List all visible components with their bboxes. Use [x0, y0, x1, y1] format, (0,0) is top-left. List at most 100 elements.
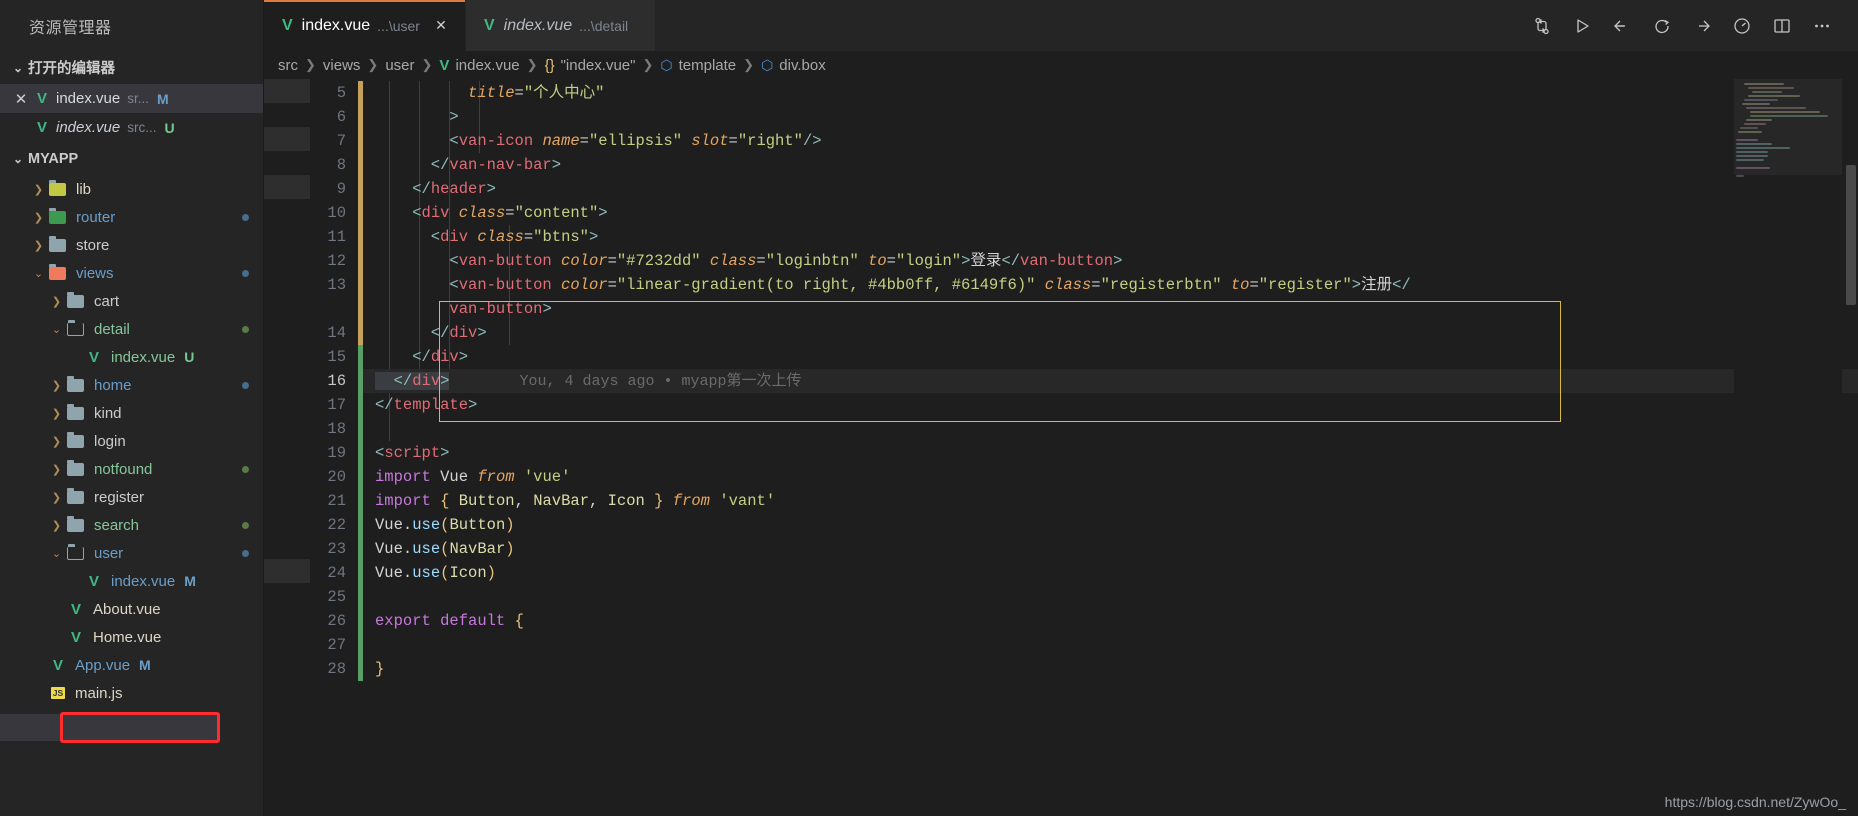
more-actions-icon[interactable] [1802, 6, 1842, 46]
minimap[interactable] [1734, 79, 1842, 816]
folder-views-icon [47, 263, 69, 281]
folder-status-dot [242, 213, 249, 221]
tree-item-label: Home.vue [93, 628, 162, 646]
folder-icon [65, 403, 87, 421]
tree-item-views[interactable]: ⌄ views [0, 259, 263, 287]
minimap-slider[interactable] [1734, 79, 1842, 175]
code-line-10: <div class="content"> [375, 204, 608, 222]
open-editor-path: src... [127, 120, 157, 135]
tab-label: index.vue [301, 16, 371, 34]
open-editor-item-1[interactable]: V index.vue src... U [0, 113, 263, 142]
tree-item-notfound[interactable]: ❯ notfound [0, 455, 263, 483]
tree-item-label: App.vue [75, 656, 131, 674]
vscode-window: 资源管理器 ⌄ 打开的编辑器 ✕ V index.vue sr... M V i… [0, 0, 1858, 816]
tree-item-kind[interactable]: ❯ kind [0, 399, 263, 427]
folder-status-dot [242, 521, 249, 529]
braces-icon: {} [544, 56, 555, 74]
line-number: 6 [336, 108, 346, 126]
tree-item-home-vue[interactable]: · V Home.vue [0, 623, 263, 651]
scrollbar-thumb[interactable] [1846, 165, 1856, 305]
selected-row-background [0, 714, 220, 741]
status-badge: M [156, 90, 169, 107]
tree-item-main-js[interactable]: ·JS main.js [0, 679, 263, 707]
line-numbers: 5 6 7 8 9 10 11 12 13 14 15 16 17 18 19 20 21 22 23 24 25 26… [310, 79, 358, 816]
tree-item-label: cart [94, 292, 120, 310]
line-number: 18 [327, 420, 346, 438]
breadcrumb-item-views[interactable]: views [323, 57, 361, 74]
breadcrumb-item-src[interactable]: src [278, 57, 298, 74]
open-editors-section-header[interactable]: ⌄ 打开的编辑器 [0, 51, 263, 84]
tree-item-cart[interactable]: ❯ cart [0, 287, 263, 315]
tab-label: index.vue [503, 16, 573, 34]
folder-icon [65, 431, 87, 449]
split-editor-icon[interactable] [1762, 6, 1802, 46]
tree-item-label: store [76, 236, 110, 254]
split-branch-icon[interactable] [1522, 6, 1562, 46]
tree-item-store[interactable]: ❯ store [0, 231, 263, 259]
tab-index-vue-detail[interactable]: V index.vue ...\detail [465, 0, 656, 51]
tree-item-label: lib [76, 180, 92, 198]
folder-open-icon [65, 543, 87, 561]
tree-item-register[interactable]: ❯ register [0, 483, 263, 511]
tab-path: ...\user [377, 17, 420, 34]
breadcrumb-label: views [322, 56, 361, 74]
spacer: · [48, 631, 65, 643]
breadcrumb-item-file[interactable]: V index.vue [439, 57, 519, 74]
tree-item-login[interactable]: ❯ login [0, 427, 263, 455]
tree-item-user[interactable]: ⌄ user [0, 539, 263, 567]
tree-item-lib[interactable]: ❯ lib [0, 175, 263, 203]
tree-item-label: index.vue [111, 572, 176, 590]
tree-item-label: index.vue [111, 348, 176, 366]
breadcrumb-item-symbol[interactable]: {} "index.vue" [545, 57, 636, 74]
chevron-right-icon: ❯ [305, 57, 316, 72]
code-content[interactable]: title="个人中心" > <van-icon name="ellipsis"… [363, 79, 1858, 816]
open-editor-item-0[interactable]: ✕ V index.vue sr... M [0, 84, 263, 113]
tree-item-app-vue[interactable]: · V App.vue M [0, 651, 263, 679]
tree-item-label: login [94, 432, 126, 450]
explorer-sidebar: 资源管理器 ⌄ 打开的编辑器 ✕ V index.vue sr... M V i… [0, 0, 264, 816]
breadcrumb-item-divbox[interactable]: ⬡ div.box [761, 57, 826, 74]
line-number: 23 [327, 540, 346, 558]
breadcrumb-label: user [385, 56, 415, 74]
code-editor[interactable]: 5 6 7 8 9 10 11 12 13 14 15 16 17 18 19 20 21 22 23 24 25 26… [264, 79, 1858, 816]
run-play-icon[interactable] [1562, 6, 1602, 46]
line-number: 11 [327, 228, 346, 246]
chevron-right-icon: ❯ [51, 519, 62, 532]
status-badge: U [184, 349, 195, 365]
tree-item-label: notfound [94, 460, 153, 478]
tree-item-search[interactable]: ❯ search [0, 511, 263, 539]
tree-item-detail[interactable]: ⌄ detail [0, 315, 263, 343]
line-number: 5 [336, 84, 346, 102]
breadcrumb-item-template[interactable]: ⬡ template [660, 57, 736, 74]
tree-item-label: search [94, 516, 140, 534]
code-line-9: </header> [375, 180, 496, 198]
tab-bar: V index.vue ...\user ✕ V index.vue ...\d… [264, 0, 1858, 51]
close-icon[interactable]: ✕ [433, 17, 449, 34]
code-line-21: import { Button, NavBar, Icon } from 'va… [375, 492, 776, 510]
vue-file-icon: V [70, 628, 81, 646]
tab-index-vue-user[interactable]: V index.vue ...\user ✕ [264, 0, 466, 51]
folder-status-dot [242, 269, 249, 277]
project-section-header[interactable]: ⌄ MYAPP [0, 142, 263, 175]
line-number: 15 [327, 348, 346, 366]
code-line-20: import Vue from 'vue' [375, 468, 571, 486]
spacer: · [66, 351, 83, 363]
tree-item-index-vue[interactable]: · Vindex.vue U [0, 343, 263, 371]
breadcrumb-item-user[interactable]: user [385, 57, 414, 74]
tree-item-about-vue[interactable]: · V About.vue [0, 595, 263, 623]
go-back-icon[interactable] [1602, 6, 1642, 46]
record-circle-icon[interactable] [1642, 6, 1682, 46]
tree-item-label: user [94, 544, 124, 562]
close-icon[interactable]: ✕ [10, 90, 32, 108]
tree-item-home[interactable]: ❯ home [0, 371, 263, 399]
breadcrumb-label: template [678, 56, 737, 74]
tree-item-router[interactable]: ❯ router [0, 203, 263, 231]
tree-item-index-vue[interactable]: · Vindex.vue M [0, 567, 263, 595]
spacer: · [30, 687, 47, 699]
performance-icon[interactable] [1722, 6, 1762, 46]
go-forward-icon[interactable] [1682, 6, 1722, 46]
vertical-scrollbar[interactable] [1844, 79, 1858, 816]
chevron-right-icon: ❯ [33, 239, 44, 252]
chevron-right-icon: ❯ [421, 57, 433, 72]
